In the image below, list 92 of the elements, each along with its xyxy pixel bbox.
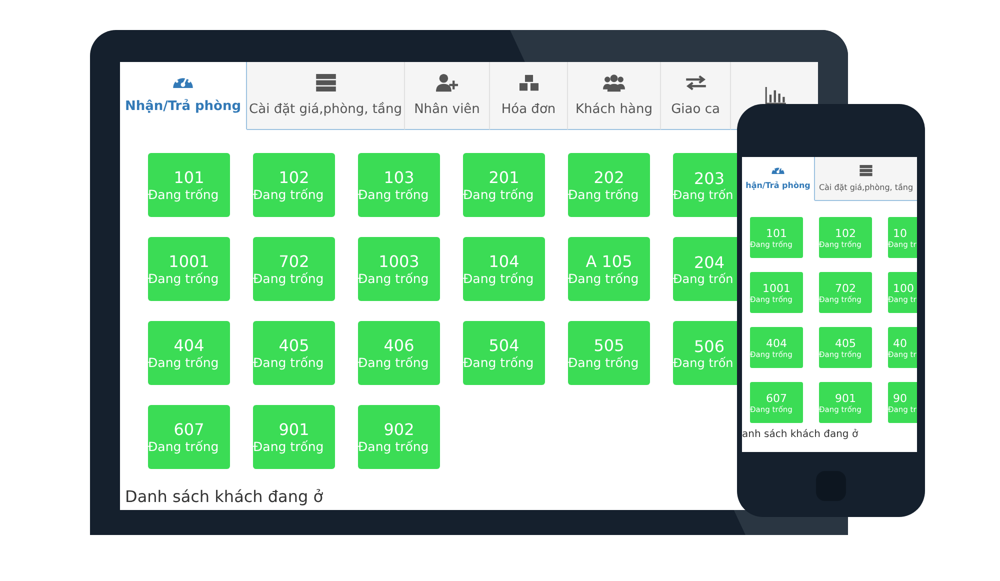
room-number: 101 bbox=[766, 226, 787, 240]
room-status: Đang trốn bbox=[673, 356, 734, 370]
server-icon bbox=[859, 165, 873, 177]
room-tile[interactable]: 202 Đang trống bbox=[568, 153, 650, 217]
room-status: Đang trống bbox=[463, 271, 534, 286]
tab[interactable]: Cài đặt giá,phòng, tầng bbox=[815, 157, 917, 201]
room-number: 901 bbox=[835, 392, 856, 404]
room-status: Đang trống bbox=[253, 271, 324, 286]
room-tile[interactable]: 505 Đang trống bbox=[568, 321, 650, 385]
room-status: Đang trống bbox=[253, 439, 324, 454]
room-status: Đang trống bbox=[148, 187, 219, 202]
room-number: 103 bbox=[384, 168, 414, 187]
section-heading: Danh sách khách đang ở bbox=[124, 486, 324, 506]
room-number: 204 bbox=[693, 252, 725, 272]
room-tile[interactable]: 607 Đang trống bbox=[148, 405, 230, 469]
tab[interactable]: Nhân viên bbox=[405, 62, 490, 130]
room-tile[interactable]: 203 Đang trốn bbox=[673, 153, 737, 217]
room-status: Đang trống bbox=[148, 355, 219, 370]
tab[interactable]: Khách hàng bbox=[568, 62, 661, 130]
room-tile[interactable]: 504 Đang trống bbox=[463, 321, 545, 385]
room-number: 505 bbox=[594, 336, 624, 355]
room-status: Đang trống bbox=[568, 355, 639, 370]
room-number: 901 bbox=[278, 420, 310, 439]
cubes-icon bbox=[518, 74, 540, 92]
room-number: 607 bbox=[174, 420, 204, 439]
room-number: 506 bbox=[693, 336, 725, 356]
room-number: 607 bbox=[766, 392, 787, 404]
room-tile[interactable]: 204 Đang trốn bbox=[673, 237, 737, 301]
room-tile[interactable]: A 105 Đang trống bbox=[568, 237, 650, 301]
server-icon bbox=[314, 74, 336, 92]
room-number: 406 bbox=[384, 336, 414, 355]
room-number: 201 bbox=[488, 168, 520, 187]
room-status: Đang trống bbox=[568, 187, 639, 202]
user-plus-icon bbox=[436, 74, 458, 92]
room-number: 202 bbox=[594, 168, 624, 187]
room-number: 40 bbox=[892, 336, 907, 350]
room-status: Đang trống bbox=[358, 355, 429, 370]
room-number: 101 bbox=[174, 168, 204, 187]
room-status: Đang trốn bbox=[673, 272, 734, 286]
room-number: 90 bbox=[892, 392, 907, 404]
room-tile[interactable]: 201 Đang trống bbox=[463, 153, 545, 217]
room-tile[interactable]: 405 Đang trống bbox=[253, 321, 335, 385]
exchange-icon bbox=[684, 74, 706, 92]
room-number: 404 bbox=[766, 336, 787, 350]
room-status: Đang trốn bbox=[673, 188, 734, 202]
room-status: Đang trống bbox=[253, 355, 324, 370]
tab[interactable]: Hóa đơn bbox=[490, 62, 568, 130]
room-number: 702 bbox=[835, 282, 856, 294]
room-status: Đang trống bbox=[568, 271, 639, 286]
room-number: 1001 bbox=[168, 252, 210, 271]
room-number: 1003 bbox=[378, 252, 420, 271]
room-number: 902 bbox=[384, 420, 414, 439]
room-tile[interactable]: 1003 Đang trống bbox=[358, 237, 440, 301]
dashboard-icon bbox=[172, 76, 194, 90]
room-tile[interactable]: 506 Đang trốn bbox=[673, 321, 737, 385]
room-status: Đang trống bbox=[358, 439, 429, 454]
room-status: Đang trống bbox=[253, 187, 324, 202]
room-status: Đang trống bbox=[463, 187, 534, 202]
room-tile[interactable]: 406 Đang trống bbox=[358, 321, 440, 385]
room-status: Đang trống bbox=[358, 271, 429, 286]
room-tile[interactable]: 901 Đang trống bbox=[253, 405, 335, 469]
room-tile[interactable]: 104 Đang trống bbox=[463, 237, 545, 301]
room-tile[interactable]: 101 Đang trống bbox=[148, 153, 230, 217]
dashboard-icon bbox=[771, 167, 785, 175]
room-number: 102 bbox=[278, 168, 310, 187]
room-status: Đang trống bbox=[148, 439, 219, 454]
room-tile[interactable]: 103 Đang trống bbox=[358, 153, 440, 217]
room-number: 405 bbox=[278, 336, 310, 355]
room-number: 104 bbox=[488, 252, 520, 271]
room-tile[interactable]: 902 Đang trống bbox=[358, 405, 440, 469]
room-number: 100 bbox=[892, 282, 914, 294]
room-number: 504 bbox=[488, 336, 520, 355]
bar-chart-icon bbox=[764, 86, 786, 104]
room-number: A 105 bbox=[586, 252, 632, 271]
room-tile[interactable]: 404 Đang trống bbox=[148, 321, 230, 385]
room-number: 203 bbox=[693, 168, 725, 188]
section-heading: anh sách khách đang ở bbox=[742, 428, 860, 440]
room-tile[interactable]: 102 Đang trống bbox=[253, 153, 335, 217]
tab[interactable]: Cài đặt giá,phòng, tầng bbox=[247, 62, 405, 130]
room-status: Đang trống bbox=[358, 187, 429, 202]
room-number: 404 bbox=[174, 336, 204, 355]
tab[interactable]: Giao ca bbox=[661, 62, 731, 130]
room-status: Đang trống bbox=[148, 271, 219, 286]
room-status: Đang trống bbox=[463, 355, 534, 370]
room-tile[interactable]: 1001 Đang trống bbox=[148, 237, 230, 301]
room-number: 405 bbox=[835, 336, 856, 350]
room-number: 1001 bbox=[762, 282, 790, 294]
room-number: 102 bbox=[835, 226, 856, 240]
room-tile[interactable]: 702 Đang trống bbox=[253, 237, 335, 301]
room-number: 10 bbox=[892, 226, 907, 240]
users-icon bbox=[603, 74, 625, 92]
room-number: 702 bbox=[278, 252, 310, 271]
